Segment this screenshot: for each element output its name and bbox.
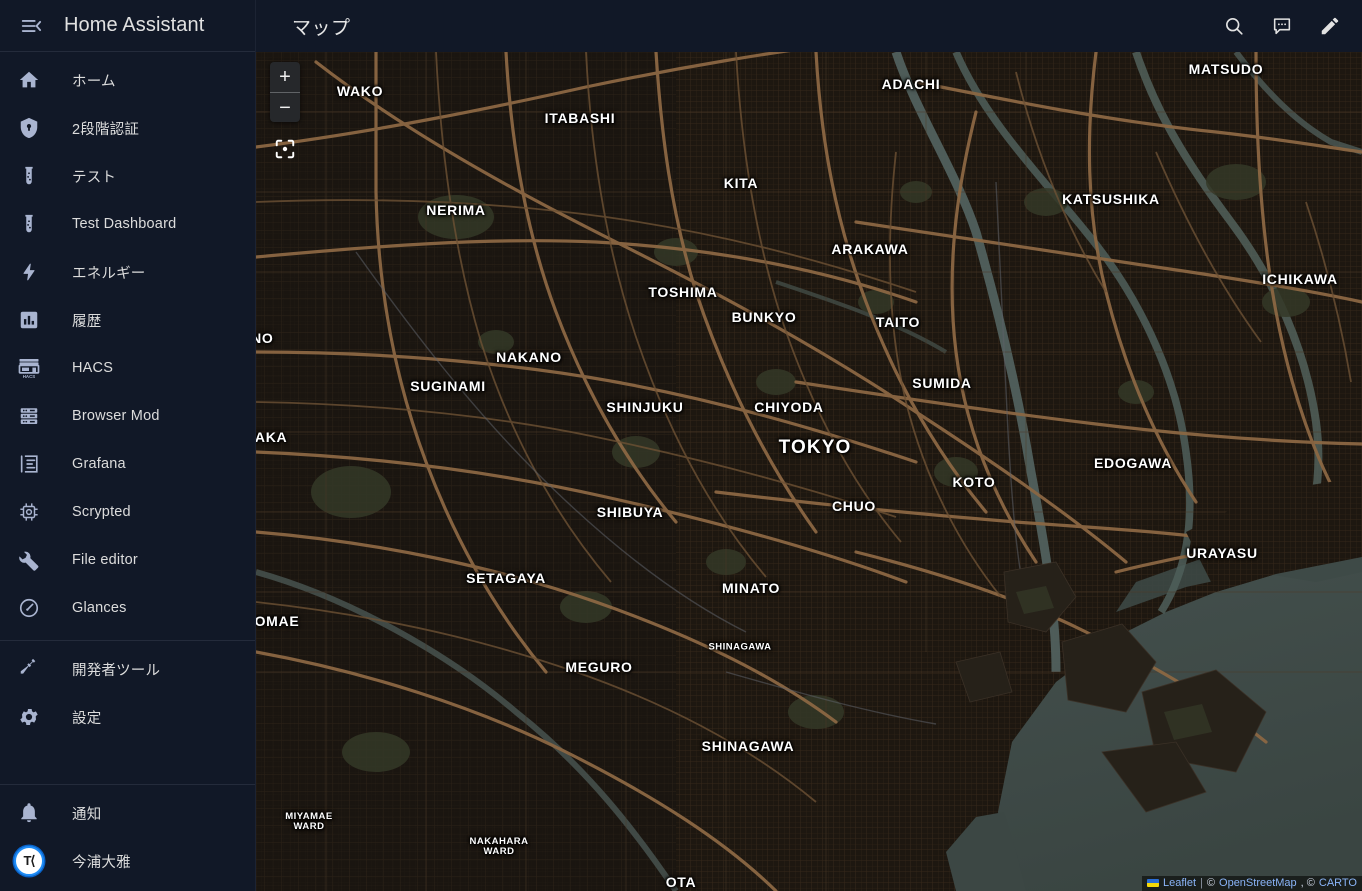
svg-text:HACS: HACS — [23, 374, 36, 379]
sidebar-item-label: Scrypted — [72, 504, 131, 520]
gear-icon — [14, 702, 44, 732]
brand-title: Home Assistant — [64, 14, 205, 36]
sidebar-item-label: Glances — [72, 600, 127, 616]
test-tube-icon — [14, 161, 44, 191]
sidebar-item-home[interactable]: ホーム — [0, 56, 255, 104]
avatar-initials: T⟨ — [14, 846, 44, 876]
sidebar-footer: 通知 T⟨ 今浦大雅 — [0, 776, 255, 891]
sidebar-item-label: テスト — [72, 169, 117, 186]
chip-icon — [14, 497, 44, 527]
sidebar-divider-1 — [0, 640, 255, 641]
zoom-out-button[interactable]: − — [270, 92, 300, 122]
crosshairs-gps-icon[interactable] — [270, 134, 300, 164]
sidebar-item-hacs[interactable]: HACS HACS — [0, 344, 255, 392]
test-tube-icon — [14, 209, 44, 239]
sidebar-item-developer-tools[interactable]: 開発者ツール — [0, 645, 255, 693]
sidebar-divider-2 — [0, 784, 255, 785]
bell-icon — [14, 798, 44, 828]
pencil-icon[interactable] — [1310, 6, 1350, 46]
user-name-label: 今浦大雅 — [72, 854, 131, 871]
search-icon[interactable] — [1214, 6, 1254, 46]
sidebar-item-label: エネルギー — [72, 265, 146, 282]
sidebar-item-label: Browser Mod — [72, 408, 160, 424]
map-attribution: Leaflet | © OpenStreetMap , © CARTO — [1142, 876, 1362, 891]
map-tiles — [256, 52, 1362, 891]
openstreetmap-link[interactable]: OpenStreetMap — [1219, 877, 1297, 889]
app-root: Home Assistant ホーム 2段階認証 テスト Test Dashbo… — [0, 0, 1362, 891]
sidebar-item-label: File editor — [72, 552, 138, 568]
sidebar-item-label: 履歴 — [72, 313, 102, 330]
page-title: マップ — [292, 17, 351, 39]
main-panel: マップ WAKO ITABASHI ADACHI MATSUDO KITA KA… — [256, 0, 1362, 891]
carto-link[interactable]: CARTO — [1319, 877, 1357, 889]
chart-bar-icon — [14, 305, 44, 335]
gauge-icon — [14, 593, 44, 623]
sidebar-item-label: Grafana — [72, 456, 126, 472]
sidebar-item-label: HACS — [72, 360, 114, 376]
sidebar-item-browser-mod[interactable]: Browser Mod — [0, 392, 255, 440]
sidebar: Home Assistant ホーム 2段階認証 テスト Test Dashbo… — [0, 0, 256, 891]
avatar: T⟨ — [14, 846, 44, 876]
hacs-store-icon: HACS — [14, 353, 44, 383]
top-toolbar: マップ — [256, 0, 1362, 52]
lightning-icon — [14, 257, 44, 287]
sidebar-item-label: ホーム — [72, 73, 116, 90]
shield-lock-icon — [14, 113, 44, 143]
sidebar-item-settings[interactable]: 設定 — [0, 693, 255, 741]
sidebar-item-two-factor-auth[interactable]: 2段階認証 — [0, 104, 255, 152]
map-view[interactable]: WAKO ITABASHI ADACHI MATSUDO KITA KATSUSHIKA N… — [256, 52, 1362, 891]
sidebar-nav: ホーム 2段階認証 テスト Test Dashboard エネルギー 履歴 HA… — [0, 52, 255, 776]
assist-chat-icon[interactable] — [1262, 6, 1302, 46]
sidebar-item-scrypted[interactable]: Scrypted — [0, 488, 255, 536]
sidebar-item-label: 2段階認証 — [72, 121, 140, 138]
sidebar-item-label: 通知 — [72, 806, 102, 823]
sidebar-item-test[interactable]: テスト — [0, 152, 255, 200]
sidebar-item-user-profile[interactable]: T⟨ 今浦大雅 — [0, 837, 255, 885]
leaflet-flag-icon — [1147, 879, 1160, 887]
sidebar-item-label: 設定 — [72, 710, 102, 727]
sidebar-item-energy[interactable]: エネルギー — [0, 248, 255, 296]
map-zoom-control[interactable]: + − — [270, 62, 300, 122]
wrench-icon — [14, 545, 44, 575]
osm-copyright-prefix: © — [1206, 877, 1216, 889]
sidebar-item-history[interactable]: 履歴 — [0, 296, 255, 344]
sidebar-item-file-editor[interactable]: File editor — [0, 536, 255, 584]
menu-collapse-icon[interactable] — [14, 9, 48, 43]
home-icon — [14, 65, 44, 95]
carto-copyright-prefix: , © — [1300, 877, 1315, 889]
sidebar-item-glances[interactable]: Glances — [0, 584, 255, 632]
server-rack-icon — [14, 401, 44, 431]
sidebar-item-label: Test Dashboard — [72, 216, 177, 232]
attribution-separator: | — [1200, 877, 1203, 889]
sidebar-item-notifications[interactable]: 通知 — [0, 789, 255, 837]
sidebar-header: Home Assistant — [0, 0, 255, 52]
leaflet-link[interactable]: Leaflet — [1163, 877, 1196, 889]
sidebar-item-grafana[interactable]: Grafana — [0, 440, 255, 488]
zoom-in-button[interactable]: + — [270, 62, 300, 92]
hammer-icon — [14, 654, 44, 684]
sidebar-item-label: 開発者ツール — [72, 662, 161, 679]
sidebar-item-test-dashboard[interactable]: Test Dashboard — [0, 200, 255, 248]
grafana-icon — [14, 449, 44, 479]
